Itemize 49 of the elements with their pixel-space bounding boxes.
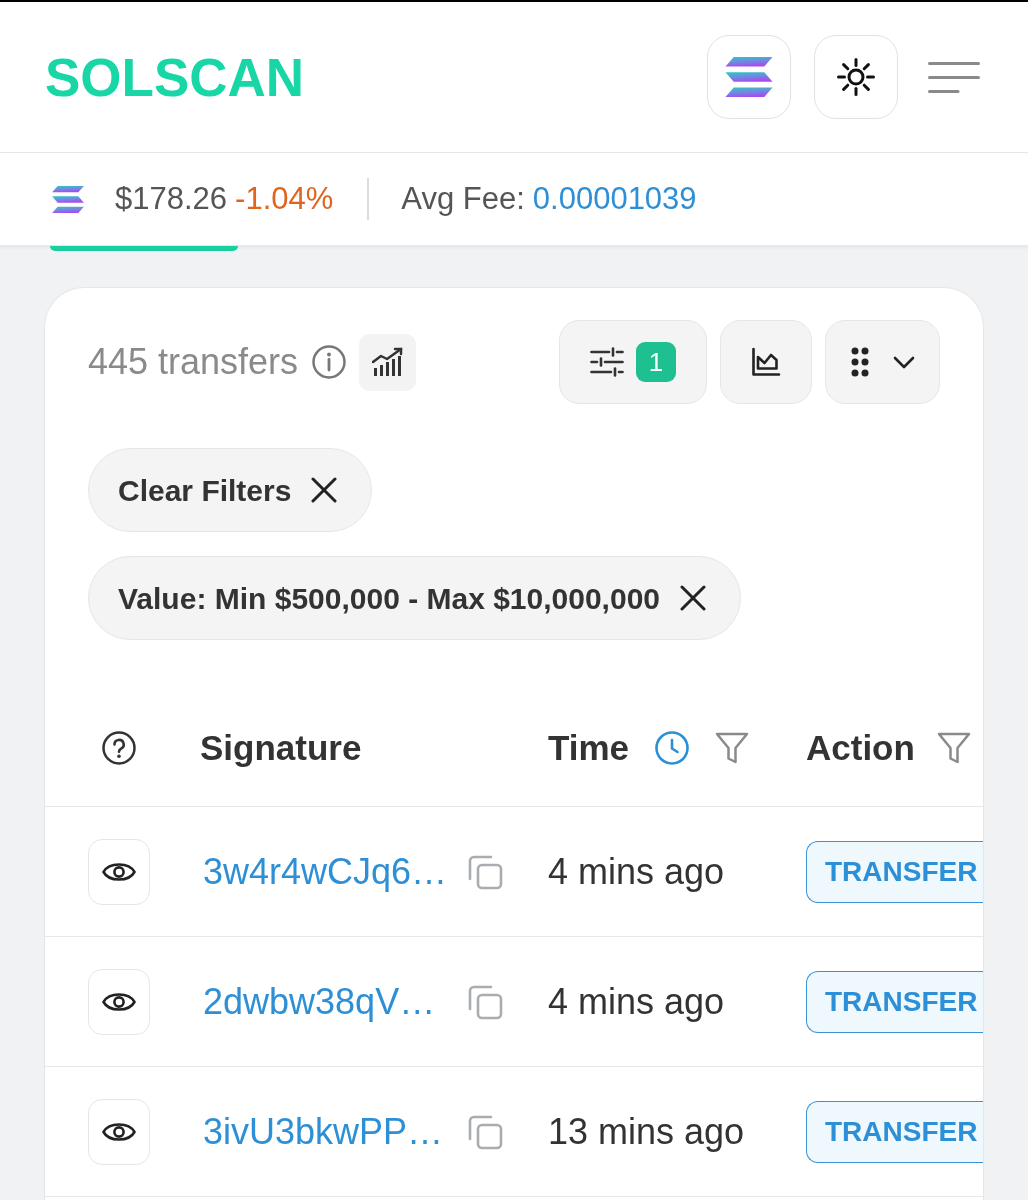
clock-icon[interactable]: [655, 731, 690, 765]
copy-icon[interactable]: [467, 983, 503, 1020]
close-icon: [680, 585, 706, 611]
filter-count-badge: 1: [636, 342, 676, 382]
fee-value: 0.00001039: [532, 179, 697, 218]
help-icon[interactable]: [102, 731, 136, 765]
filter-icon[interactable]: [715, 731, 750, 765]
logo-button[interactable]: [707, 35, 791, 119]
action-badge: TRANSFER: [806, 840, 983, 903]
column-header: Action: [806, 726, 915, 769]
menu-icon[interactable]: [928, 61, 980, 93]
view-button[interactable]: [88, 968, 150, 1035]
time-ago: 4 mins ago: [548, 979, 725, 1024]
price-change: -1.04%: [235, 179, 334, 218]
signature-link[interactable]: 2dwbw38qV…: [203, 974, 436, 1029]
sliders-icon: [590, 347, 624, 377]
area-chart-icon: [751, 347, 781, 377]
info-icon[interactable]: [312, 345, 347, 379]
action-badge: TRANSFER: [806, 970, 983, 1033]
time-ago: 13 mins ago: [548, 1109, 745, 1154]
chevron-down-icon: [892, 355, 915, 369]
striped-logo-icon: [52, 185, 84, 213]
price-value: $178.26: [115, 179, 228, 218]
close-icon: [311, 477, 338, 503]
view-button[interactable]: [88, 1098, 150, 1165]
filter-settings-button[interactable]: 1: [559, 320, 707, 404]
trend-chart-button[interactable]: [359, 333, 417, 391]
theme-toggle-button[interactable]: [814, 35, 898, 119]
site-logo[interactable]: SOLSCAN: [45, 50, 305, 104]
signature-link[interactable]: 3w4r4wCJq6…: [203, 844, 448, 899]
area-chart-button[interactable]: [720, 320, 812, 404]
column-header: Signature: [200, 726, 362, 769]
fee-label: Avg Fee:: [401, 179, 525, 218]
action-badge: TRANSFER: [806, 1100, 983, 1163]
signature-link[interactable]: 3ivU3bkwPP…: [203, 1104, 444, 1159]
sun-icon: [836, 57, 876, 97]
striped-logo-icon: [725, 57, 773, 97]
view-options-dropdown[interactable]: [825, 320, 940, 404]
filter-chip[interactable]: Value: Min $500,000 - Max $10,000,000: [88, 556, 741, 640]
transfers-count: 445 transfers: [88, 340, 299, 384]
bar-chart-icon: [371, 347, 404, 377]
copy-icon[interactable]: [467, 1113, 503, 1150]
time-ago: 4 mins ago: [548, 849, 725, 894]
filter-chip[interactable]: Clear Filters: [88, 448, 373, 532]
view-button[interactable]: [88, 838, 150, 905]
dots-grid-icon: [850, 347, 869, 377]
column-header: Time: [548, 726, 630, 769]
copy-icon[interactable]: [467, 853, 503, 890]
filter-icon[interactable]: [936, 731, 971, 765]
